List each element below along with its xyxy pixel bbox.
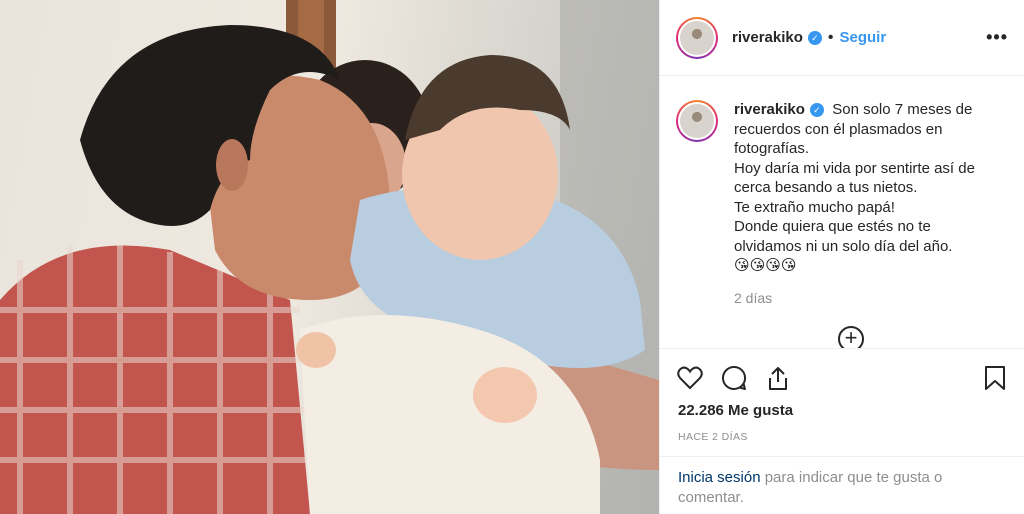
caption-row: riverakiko ✓ Son solo 7 meses de recuerdo… bbox=[676, 100, 1008, 276]
verified-badge-icon: ✓ bbox=[809, 103, 824, 117]
share-icon[interactable] bbox=[764, 364, 792, 392]
load-more-comments-icon[interactable]: + bbox=[838, 326, 864, 348]
post-side-panel: riverakiko ✓ • Seguir ••• riverakiko ✓ So… bbox=[659, 0, 1024, 514]
author-avatar[interactable] bbox=[676, 16, 718, 59]
action-bar bbox=[660, 348, 1024, 406]
heart-icon[interactable] bbox=[676, 364, 704, 392]
comments-section: riverakiko ✓ Son solo 7 meses de recuerdo… bbox=[660, 76, 1024, 348]
post-date[interactable]: HACE 2 DÍAS bbox=[678, 431, 748, 443]
follow-button[interactable]: Seguir bbox=[840, 29, 887, 46]
caption-text: riverakiko ✓ Son solo 7 meses de recuerdo… bbox=[734, 100, 999, 276]
comment-bubble-icon[interactable] bbox=[720, 364, 748, 392]
author-username[interactable]: riverakiko bbox=[732, 29, 803, 46]
caption-author-avatar[interactable] bbox=[676, 100, 718, 142]
verified-badge-icon: ✓ bbox=[807, 30, 822, 45]
post-photo[interactable] bbox=[0, 0, 659, 514]
login-prompt: Inicia sesión para indicar que te gusta … bbox=[660, 456, 1024, 514]
caption-time[interactable]: 2 días bbox=[734, 290, 1008, 306]
login-link[interactable]: Inicia sesión bbox=[678, 469, 761, 486]
like-count[interactable]: 22.286 Me gusta bbox=[678, 402, 793, 419]
separator-dot: • bbox=[827, 28, 834, 46]
caption-body: Son solo 7 meses de recuerdos con él pla… bbox=[734, 101, 975, 274]
bookmark-icon[interactable] bbox=[981, 364, 1009, 392]
more-options-icon[interactable]: ••• bbox=[986, 27, 1008, 48]
photo-illustration bbox=[0, 0, 659, 514]
post-header: riverakiko ✓ • Seguir ••• bbox=[660, 0, 1024, 76]
caption-author-username[interactable]: riverakiko bbox=[734, 101, 805, 118]
